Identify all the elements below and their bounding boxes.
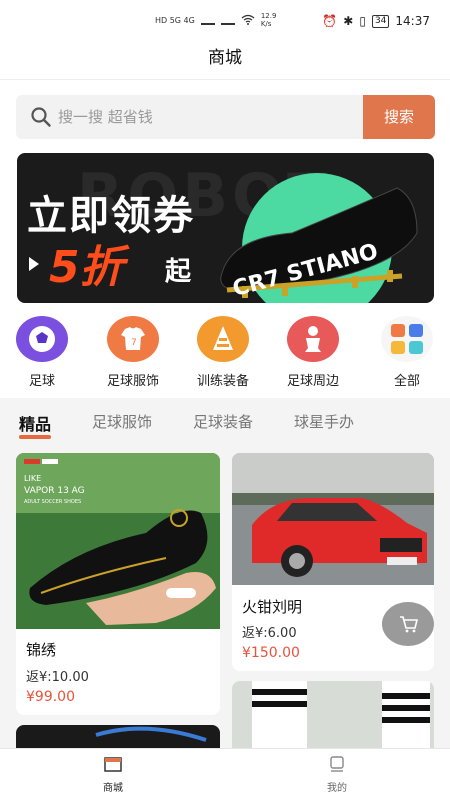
system-indicators: ⏰ ✱ ▯ 34 14:37 — [322, 14, 430, 28]
alarm-icon: ⏰ — [322, 14, 338, 28]
signal-icon — [200, 15, 215, 25]
net-speed-value: 12.9 — [260, 12, 277, 20]
cone-icon — [197, 316, 249, 362]
nav-label: 商城 — [103, 783, 123, 794]
nav-label: 我的 — [327, 783, 347, 794]
product-name: 锦绣 — [26, 641, 57, 659]
product-image: LIKE VAPOR 13 AG ADULT SOCCER SHOES — [16, 453, 220, 629]
svg-text:ADULT SOCCER SHOES: ADULT SOCCER SHOES — [24, 499, 81, 505]
category-label: 足球周边 — [286, 374, 339, 389]
svg-text:LIKE: LIKE — [24, 474, 41, 483]
category-label: 足球 — [28, 374, 55, 389]
banner-suffix: 起 — [165, 257, 192, 287]
wifi-icon — [241, 14, 255, 27]
category-merch[interactable]: 足球周边 — [268, 316, 358, 389]
tab-apparel[interactable]: 足球服饰 — [92, 411, 152, 432]
banner-area: ROBOT CR7 STIANO 立即领券 5折 起 — [0, 152, 450, 312]
figurine-icon — [287, 316, 339, 362]
soccer-shoe-icon: CR7 STIANO — [220, 187, 418, 302]
network-indicators: HD 5G 4G 12.9 K/s — [155, 12, 276, 28]
tab-equipment[interactable]: 足球装备 — [193, 411, 253, 432]
battery-icon: 34 — [371, 14, 390, 28]
promo-banner[interactable]: ROBOT CR7 STIANO 立即领券 5折 起 — [17, 153, 434, 303]
category-all[interactable]: 全部 — [362, 316, 450, 389]
bluetooth-icon: ✱ — [343, 14, 354, 28]
category-label: 训练装备 — [196, 374, 249, 389]
tab-bar: 精品 足球服饰 足球装备 球星手办 — [0, 398, 450, 444]
search-input[interactable] — [58, 95, 348, 139]
category-apparel[interactable]: 7 足球服饰 — [88, 316, 178, 389]
nav-shop[interactable]: 商城 — [73, 755, 153, 794]
signal-icon — [220, 15, 235, 25]
product-image — [232, 453, 434, 585]
profile-icon — [330, 756, 344, 772]
product-card[interactable]: LIKE VAPOR 13 AG ADULT SOCCER SHOES 锦绣 返… — [16, 453, 220, 715]
svg-text:VAPOR 13 AG: VAPOR 13 AG — [24, 486, 85, 496]
page-title: 商城 — [0, 40, 450, 80]
shop-icon — [104, 757, 122, 772]
product-price: ¥150.00 — [242, 645, 300, 661]
product-rebate: 返¥:6.00 — [242, 626, 297, 641]
category-training[interactable]: 训练装备 — [178, 316, 268, 389]
search-box[interactable] — [16, 95, 363, 139]
grid-icon — [381, 316, 433, 362]
jersey-icon: 7 — [107, 316, 159, 362]
svg-text:7: 7 — [131, 338, 137, 348]
play-icon — [29, 257, 39, 271]
net-speed: 12.9 K/s — [261, 12, 277, 28]
search-button[interactable]: 搜索 — [363, 95, 435, 139]
status-bar: HD 5G 4G 12.9 K/s ⏰ ✱ ▯ 34 14:37 — [0, 0, 450, 40]
cart-button[interactable] — [382, 602, 434, 646]
category-row: 足球 7 足球服饰 训练装备 足球周边 全部 — [0, 312, 450, 398]
category-label: 足球服饰 — [106, 374, 159, 389]
vibrate-icon: ▯ — [359, 14, 366, 28]
cart-icon — [400, 616, 419, 633]
bottom-nav: 商城 我的 — [0, 748, 450, 800]
category-soccer[interactable]: 足球 — [0, 316, 87, 389]
search-icon — [31, 107, 51, 127]
clock: 14:37 — [395, 14, 430, 28]
nav-profile[interactable]: 我的 — [297, 755, 377, 794]
product-name: 火钳刘明 — [242, 598, 303, 616]
soccer-ball-icon — [16, 316, 68, 362]
search-bar: 搜索 — [0, 80, 450, 152]
network-label: HD 5G 4G — [155, 15, 195, 25]
product-image — [252, 681, 430, 751]
tab-featured[interactable]: 精品 — [19, 411, 52, 439]
banner-discount: 5折 — [49, 242, 124, 293]
product-price: ¥99.00 — [26, 689, 75, 705]
category-label: 全部 — [393, 374, 420, 389]
product-rebate: 返¥:10.00 — [26, 670, 89, 685]
tab-figurines[interactable]: 球星手办 — [294, 411, 354, 432]
net-speed-unit: K/s — [260, 20, 272, 28]
